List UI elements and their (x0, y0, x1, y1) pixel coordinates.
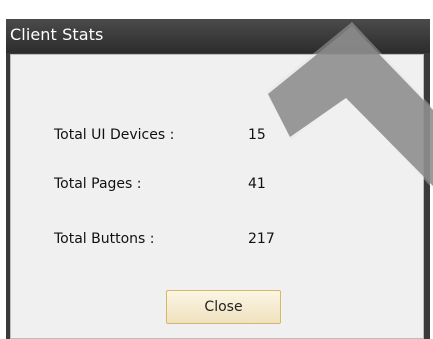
stat-label-ui-devices: Total UI Devices : (54, 127, 175, 143)
stat-value-pages: 41 (248, 176, 266, 192)
dialog-title: Client Stats (10, 25, 104, 44)
stat-value-ui-devices: 15 (248, 127, 266, 143)
screen: Client Stats Total UI Devices : 15 Total… (0, 0, 433, 339)
stat-value-buttons: 217 (248, 231, 275, 247)
stat-label-buttons: Total Buttons : (54, 231, 155, 247)
stat-label-pages: Total Pages : (54, 176, 142, 192)
dialog-titlebar[interactable]: Client Stats (6, 19, 430, 53)
client-stats-dialog: Client Stats Total UI Devices : 15 Total… (6, 19, 430, 339)
close-button[interactable]: Close (166, 290, 281, 324)
dialog-body: Total UI Devices : 15 Total Pages : 41 T… (10, 54, 424, 339)
